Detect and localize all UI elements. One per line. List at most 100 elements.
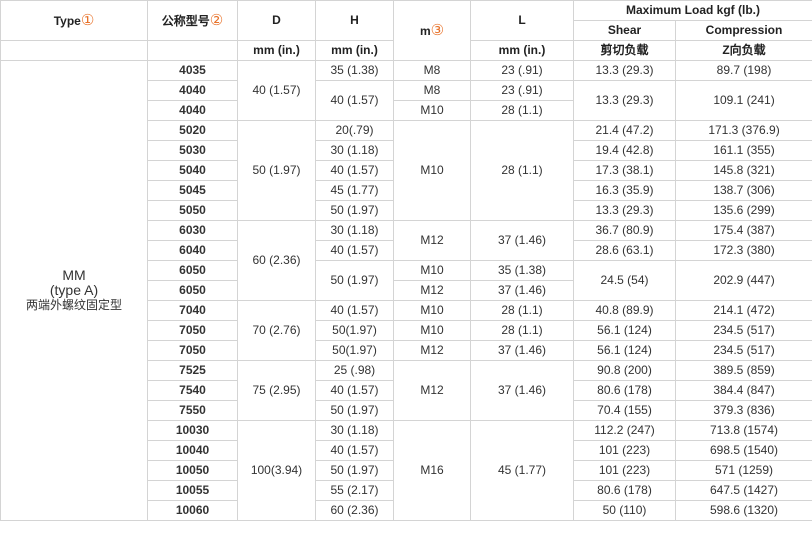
compression-cell: 379.3 (836) — [674, 400, 812, 421]
compression-cell: 234.5 (517) — [674, 340, 812, 361]
model-cell: 7040 — [147, 300, 238, 321]
m-cell: M16 — [393, 420, 471, 521]
l-cell: 23 (.91) — [470, 80, 574, 101]
m-cell: M10 — [393, 120, 471, 221]
l-cell: 23 (.91) — [470, 60, 574, 81]
l-cell: 28 (1.1) — [470, 320, 574, 341]
shear-cell: 28.6 (63.1) — [573, 240, 676, 261]
l-cell: 28 (1.1) — [470, 100, 574, 121]
header-m: m③ — [393, 0, 471, 61]
h-cell: 45 (1.77) — [315, 180, 394, 201]
l-cell: 28 (1.1) — [470, 300, 574, 321]
type-description: 两端外螺纹固定型 — [25, 298, 122, 312]
shear-cell: 80.6 (178) — [573, 480, 676, 501]
h-cell: 30 (1.18) — [315, 220, 394, 241]
m-cell: M12 — [393, 280, 471, 301]
compression-cell: 138.7 (306) — [674, 180, 812, 201]
compression-cell: 698.5 (1540) — [674, 440, 812, 461]
h-cell: 40 (1.57) — [315, 80, 394, 121]
type-name: MM — [62, 267, 86, 283]
compression-cell: 109.1 (241) — [674, 80, 812, 121]
h-cell: 60 (2.36) — [315, 500, 394, 521]
h-cell: 40 (1.57) — [315, 300, 394, 321]
h-cell: 50 (1.97) — [315, 200, 394, 221]
model-cell: 10050 — [147, 460, 238, 481]
compression-cell: 172.3 (380) — [674, 240, 812, 261]
compression-cell: 647.5 (1427) — [674, 480, 812, 501]
compression-cell: 234.5 (517) — [674, 320, 812, 341]
shear-cell: 56.1 (124) — [573, 320, 676, 341]
h-cell: 50(1.97) — [315, 320, 394, 341]
header-compression: Compression — [674, 20, 812, 41]
circled-number-3: ③ — [430, 21, 445, 39]
compression-cell: 384.4 (847) — [674, 380, 812, 401]
model-cell: 10040 — [147, 440, 238, 461]
shear-cell: 13.3 (29.3) — [573, 60, 676, 81]
model-cell: 4040 — [147, 100, 238, 121]
h-cell: 50(1.97) — [315, 340, 394, 361]
header-blank — [0, 40, 148, 61]
h-cell: 40 (1.57) — [315, 160, 394, 181]
m-cell: M10 — [393, 320, 471, 341]
h-cell: 20(.79) — [315, 120, 394, 141]
shear-cell: 56.1 (124) — [573, 340, 676, 361]
l-cell: 37 (1.46) — [470, 360, 574, 421]
compression-cell: 135.6 (299) — [674, 200, 812, 221]
compression-cell: 171.3 (376.9) — [674, 120, 812, 141]
m-cell: M10 — [393, 260, 471, 281]
header-l-unit: mm (in.) — [470, 40, 574, 61]
table-body: MM (type A) 两端外螺纹固定型 4035 40 (1.57) 35 (… — [0, 60, 812, 521]
shear-cell: 101 (223) — [573, 440, 676, 461]
h-cell: 40 (1.57) — [315, 240, 394, 261]
table-row: MM (type A) 两端外螺纹固定型 4035 40 (1.57) 35 (… — [0, 60, 812, 521]
compression-cell: 214.1 (472) — [674, 300, 812, 321]
compression-cell: 713.8 (1574) — [674, 420, 812, 441]
model-cell: 7525 — [147, 360, 238, 381]
compression-cell: 145.8 (321) — [674, 160, 812, 181]
model-cell: 4040 — [147, 80, 238, 101]
shear-cell: 40.8 (89.9) — [573, 300, 676, 321]
compression-cell: 389.5 (859) — [674, 360, 812, 381]
header-model: 公称型号② — [147, 0, 238, 41]
model-cell: 10055 — [147, 480, 238, 501]
h-cell: 35 (1.38) — [315, 60, 394, 81]
m-cell: M12 — [393, 340, 471, 361]
model-cell: 7050 — [147, 320, 238, 341]
h-cell: 30 (1.18) — [315, 420, 394, 441]
compression-cell: 202.9 (447) — [674, 260, 812, 301]
model-cell: 10060 — [147, 500, 238, 521]
shear-cell: 16.3 (35.9) — [573, 180, 676, 201]
header-shear: Shear — [573, 20, 676, 41]
d-cell: 50 (1.97) — [237, 120, 316, 221]
compression-cell: 571 (1259) — [674, 460, 812, 481]
circled-number-2: ② — [209, 11, 224, 29]
m-cell: M8 — [393, 80, 471, 101]
h-cell: 30 (1.18) — [315, 140, 394, 161]
type-variant: (type A) — [49, 282, 99, 298]
shear-cell: 13.3 (29.3) — [573, 200, 676, 221]
l-cell: 45 (1.77) — [470, 420, 574, 521]
l-cell: 28 (1.1) — [470, 120, 574, 221]
model-cell: 5040 — [147, 160, 238, 181]
shear-cell: 70.4 (155) — [573, 400, 676, 421]
header-h-unit: mm (in.) — [315, 40, 394, 61]
header-d-unit: mm (in.) — [237, 40, 316, 61]
h-cell: 50 (1.97) — [315, 460, 394, 481]
m-cell: M10 — [393, 300, 471, 321]
shear-cell: 36.7 (80.9) — [573, 220, 676, 241]
d-cell: 70 (2.76) — [237, 300, 316, 361]
l-cell: 37 (1.46) — [470, 340, 574, 361]
shear-cell: 24.5 (54) — [573, 260, 676, 301]
spec-table: Type① 公称型号② D H m③ L Maximum Load kgf (l… — [0, 0, 812, 521]
shear-cell: 50 (110) — [573, 500, 676, 521]
model-cell: 7050 — [147, 340, 238, 361]
header-h: H — [315, 0, 394, 41]
h-cell: 50 (1.97) — [315, 400, 394, 421]
shear-cell: 80.6 (178) — [573, 380, 676, 401]
model-cell: 5050 — [147, 200, 238, 221]
compression-cell: 175.4 (387) — [674, 220, 812, 241]
d-cell: 40 (1.57) — [237, 60, 316, 121]
model-cell: 4035 — [147, 60, 238, 81]
l-cell: 35 (1.38) — [470, 260, 574, 281]
shear-cell: 21.4 (47.2) — [573, 120, 676, 141]
